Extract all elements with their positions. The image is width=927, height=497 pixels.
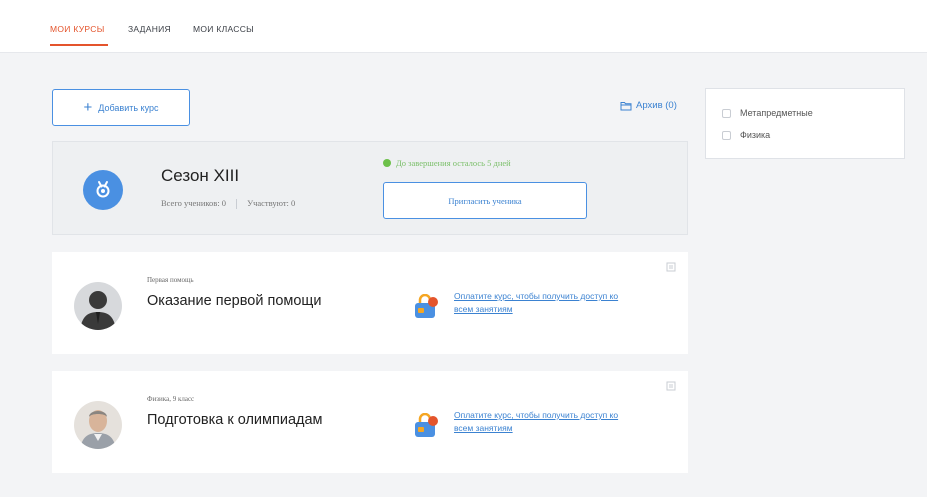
status-dot-icon xyxy=(383,159,391,167)
course-title[interactable]: Оказание первой помощи xyxy=(147,292,347,311)
folder-icon xyxy=(620,101,632,110)
archive-link[interactable]: Архив (0) xyxy=(620,100,677,111)
course-card[interactable]: Физика, 9 класс Подготовка к олимпиадам … xyxy=(52,371,688,473)
author-avatar xyxy=(74,282,122,330)
season-stats: Всего учеников: 0 Участвуют: 0 xyxy=(161,198,296,210)
top-nav: МОИ КУРСЫ ЗАДАНИЯ МОИ КЛАССЫ xyxy=(0,0,927,53)
filter-label: Метапредметные xyxy=(740,108,813,118)
deadline-status: До завершения осталось 5 дней xyxy=(383,158,511,168)
participating-count: Участвуют: 0 xyxy=(247,198,296,208)
plus-icon: + xyxy=(83,99,93,116)
season-title: Сезон XIII xyxy=(161,166,240,185)
pay-course-link[interactable]: Оплатите курс, чтобы получить доступ ко … xyxy=(454,409,634,435)
filter-physics[interactable]: Физика xyxy=(722,130,770,140)
tab-assignments[interactable]: ЗАДАНИЯ xyxy=(128,24,171,34)
pay-course-link[interactable]: Оплатите курс, чтобы получить доступ ко … xyxy=(454,290,634,316)
locked-wallet-icon xyxy=(415,413,438,437)
filter-label: Физика xyxy=(740,130,771,140)
total-students: Всего учеников: 0 xyxy=(161,198,227,208)
document-icon[interactable] xyxy=(666,262,676,272)
deadline-text: До завершения осталось 5 дней xyxy=(396,158,511,168)
checkbox[interactable] xyxy=(722,108,731,118)
season-card: Сезон XIII Всего учеников: 0 Участвуют: 0… xyxy=(52,141,688,235)
archive-label: Архив (0) xyxy=(636,100,677,111)
add-course-button[interactable]: + Добавить курс xyxy=(52,89,190,126)
course-subject: Физика, 9 класс xyxy=(147,395,195,403)
subject-filter-panel: Метапредметные Физика xyxy=(705,88,905,159)
add-course-label: Добавить курс xyxy=(98,102,159,113)
course-title[interactable]: Подготовка к олимпиадам xyxy=(147,411,347,430)
course-subject: Первая помощь xyxy=(147,276,194,284)
tab-my-classes[interactable]: МОИ КЛАССЫ xyxy=(193,24,254,34)
locked-wallet-icon xyxy=(415,294,438,318)
active-tab-indicator xyxy=(50,44,108,46)
checkbox[interactable] xyxy=(722,130,731,140)
invite-student-button[interactable]: Пригласить ученика xyxy=(383,182,587,219)
medal-icon xyxy=(83,170,123,210)
document-icon[interactable] xyxy=(666,381,676,391)
course-card[interactable]: Первая помощь Оказание первой помощи Опл… xyxy=(52,252,688,354)
filter-metasubject[interactable]: Метапредметные xyxy=(722,108,813,118)
tab-my-courses[interactable]: МОИ КУРСЫ xyxy=(50,24,105,34)
author-avatar xyxy=(74,401,122,449)
